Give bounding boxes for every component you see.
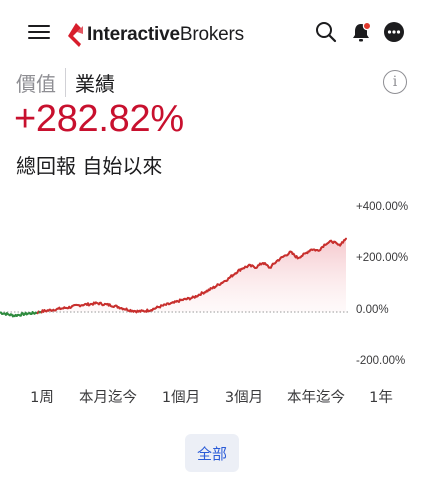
period-selector: 1周 本月迄今 1個月 3個月 本年迄今 1年	[0, 386, 424, 410]
performance-area	[0, 238, 346, 312]
period-ytd[interactable]: 本年迄今	[287, 386, 345, 407]
y-tick-label: 0.00%	[356, 304, 389, 316]
search-icon[interactable]	[314, 20, 338, 44]
performance-chart[interactable]: +400.00% +200.00% 0.00% -200.00%	[0, 196, 424, 376]
total-return-value: +282.82%	[14, 98, 184, 140]
view-tabs: 價值 業績	[16, 66, 115, 98]
brand-logo: InteractiveBrokers	[66, 22, 244, 48]
y-tick-label: -200.00%	[356, 355, 406, 367]
tab-performance[interactable]: 業績	[65, 67, 115, 97]
app-header: InteractiveBrokers	[0, 0, 424, 66]
period-1m[interactable]: 1個月	[162, 386, 200, 407]
period-mtd[interactable]: 本月迄今	[79, 386, 137, 407]
period-1y[interactable]: 1年	[369, 386, 393, 407]
period-1w[interactable]: 1周	[30, 386, 54, 407]
logo-mark-icon	[68, 23, 83, 47]
logo-text: InteractiveBrokers	[87, 24, 244, 45]
more-icon[interactable]	[382, 20, 406, 44]
period-3m[interactable]: 3個月	[225, 386, 263, 407]
y-tick-label: +200.00%	[356, 252, 409, 264]
period-all-button[interactable]: 全部	[185, 434, 239, 472]
y-tick-label: +400.00%	[356, 201, 409, 213]
menu-icon[interactable]	[28, 22, 52, 42]
info-icon[interactable]: i	[383, 70, 407, 94]
bell-icon[interactable]	[349, 20, 373, 44]
tab-value[interactable]: 價值	[16, 68, 65, 97]
performance-chart-svg	[0, 237, 348, 318]
total-return-label: 總回報 自始以來	[16, 154, 163, 178]
performance-line-segment	[344, 237, 347, 241]
